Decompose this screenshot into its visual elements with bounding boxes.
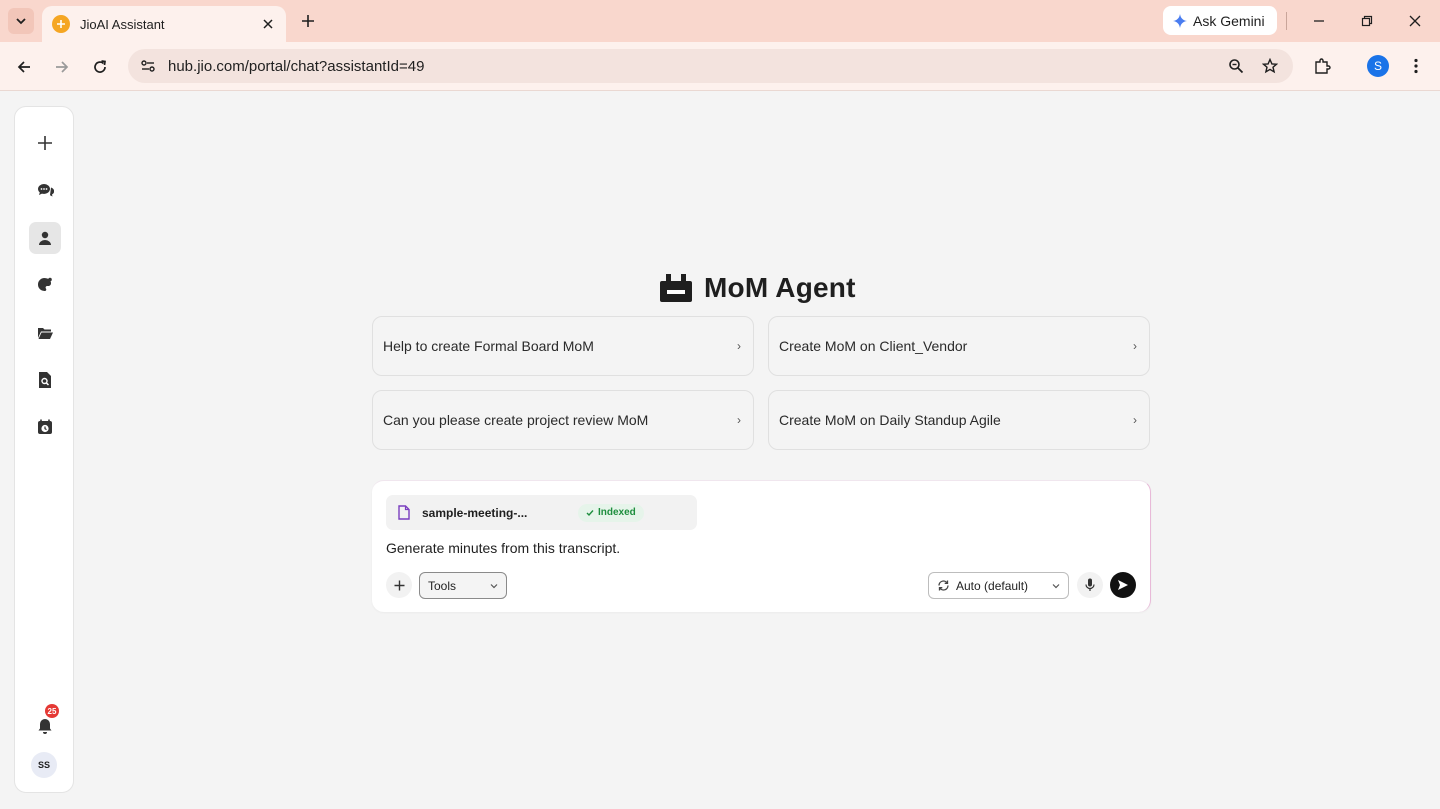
add-attachment-button[interactable] [386,572,412,598]
person-icon [39,231,51,245]
sidebar-item-agents[interactable] [29,222,61,254]
model-dropdown[interactable]: Auto (default) [928,572,1069,599]
message-composer: sample-meeting-... Indexed Generate minu… [372,480,1151,612]
new-tab-button[interactable] [296,9,320,33]
bell-icon [38,719,52,734]
microphone-icon [1085,578,1095,591]
url-text[interactable]: hub.jio.com/portal/chat?assistantId=49 [168,58,1213,75]
prompt-label: Help to create Formal Board MoM [383,338,594,354]
plus-icon [302,15,314,27]
calendar-clock-icon [38,419,52,434]
restore-button[interactable] [1353,8,1381,34]
sidebar-item-chats[interactable] [29,174,61,206]
minimize-icon [1314,20,1324,22]
more-vert-icon[interactable] [1405,54,1427,78]
tab-search-button[interactable] [8,8,34,34]
bookmark-star-icon[interactable] [1259,55,1281,77]
suggested-prompt-card[interactable]: Create MoM on Daily Standup Agile › [768,390,1150,450]
zoom-icon[interactable] [1225,55,1247,77]
close-icon [1409,15,1421,27]
doc-search-icon [39,372,51,388]
browser-tabstrip: JioAI Assistant Ask Gemini [0,0,1440,42]
jioai-favicon-icon [52,15,70,33]
divider [1286,12,1287,30]
reload-button[interactable] [87,54,113,80]
new-chat-button[interactable] [29,127,61,159]
extensions-puzzle-icon[interactable] [1310,54,1334,78]
arrow-left-icon [17,61,30,73]
chevron-right-icon: › [737,339,741,353]
send-arrow-icon [1118,580,1128,590]
restore-icon [1361,15,1373,27]
prompt-label: Create MoM on Client_Vendor [779,338,968,354]
microphone-button[interactable] [1077,572,1103,598]
tools-dropdown[interactable]: Tools [419,572,507,599]
check-icon [586,509,594,516]
gemini-sparkle-icon [1173,13,1187,28]
attached-file-chip[interactable]: sample-meeting-... Indexed [386,495,697,530]
refresh-model-icon [938,580,949,591]
browser-toolbar: hub.jio.com/portal/chat?assistantId=49 S [0,42,1440,91]
site-settings-icon[interactable] [140,58,156,74]
sidebar-item-files[interactable] [29,317,61,349]
robot-icon [660,274,692,302]
back-button[interactable] [11,54,37,80]
forward-button[interactable] [49,54,75,80]
chevron-down-icon [490,583,498,588]
plus-icon [394,580,404,590]
sidebar-item-tools[interactable] [29,269,61,301]
agent-header: MoM Agent [660,268,856,308]
indexed-status-badge: Indexed [578,503,644,522]
minimize-button[interactable] [1305,8,1333,34]
app-sidebar [14,106,74,793]
chevron-down-icon [1052,583,1060,588]
user-avatar[interactable]: SS [31,752,57,778]
chevron-right-icon: › [1133,413,1137,427]
chevron-down-icon [16,18,26,25]
chat-bubbles-icon [38,184,54,197]
file-name: sample-meeting-... [422,505,528,520]
message-input[interactable]: Generate minutes from this transcript. [386,540,620,556]
document-icon [398,505,410,520]
sidebar-item-schedule[interactable] [29,411,61,443]
arrow-right-icon [56,61,69,73]
suggested-prompt-card[interactable]: Help to create Formal Board MoM › [372,316,754,376]
close-window-button[interactable] [1401,8,1429,34]
notification-badge: 25 [45,704,59,718]
send-button[interactable] [1110,572,1136,598]
tab-title: JioAI Assistant [80,16,165,32]
plus-icon [38,136,52,150]
ask-gemini-button[interactable]: Ask Gemini [1163,6,1277,35]
model-label: Auto (default) [956,578,1029,593]
tools-label: Tools [428,578,457,593]
prompt-label: Create MoM on Daily Standup Agile [779,412,1001,428]
palette-icon [37,277,52,292]
tab-close-icon[interactable] [260,16,276,32]
agent-title: MoM Agent [704,272,856,303]
chevron-right-icon: › [1133,339,1137,353]
reload-icon [94,60,106,73]
suggested-prompt-card[interactable]: Can you please create project review MoM… [372,390,754,450]
profile-avatar[interactable]: S [1367,55,1389,77]
sidebar-item-search-docs[interactable] [29,364,61,396]
folder-open-icon [38,328,53,339]
chevron-right-icon: › [737,413,741,427]
browser-tab[interactable]: JioAI Assistant [42,6,286,42]
ask-gemini-label: Ask Gemini [1193,12,1265,29]
indexed-label: Indexed [598,507,636,518]
suggested-prompt-card[interactable]: Create MoM on Client_Vendor › [768,316,1150,376]
prompt-label: Can you please create project review MoM [383,412,649,428]
address-bar[interactable]: hub.jio.com/portal/chat?assistantId=49 [128,49,1293,83]
